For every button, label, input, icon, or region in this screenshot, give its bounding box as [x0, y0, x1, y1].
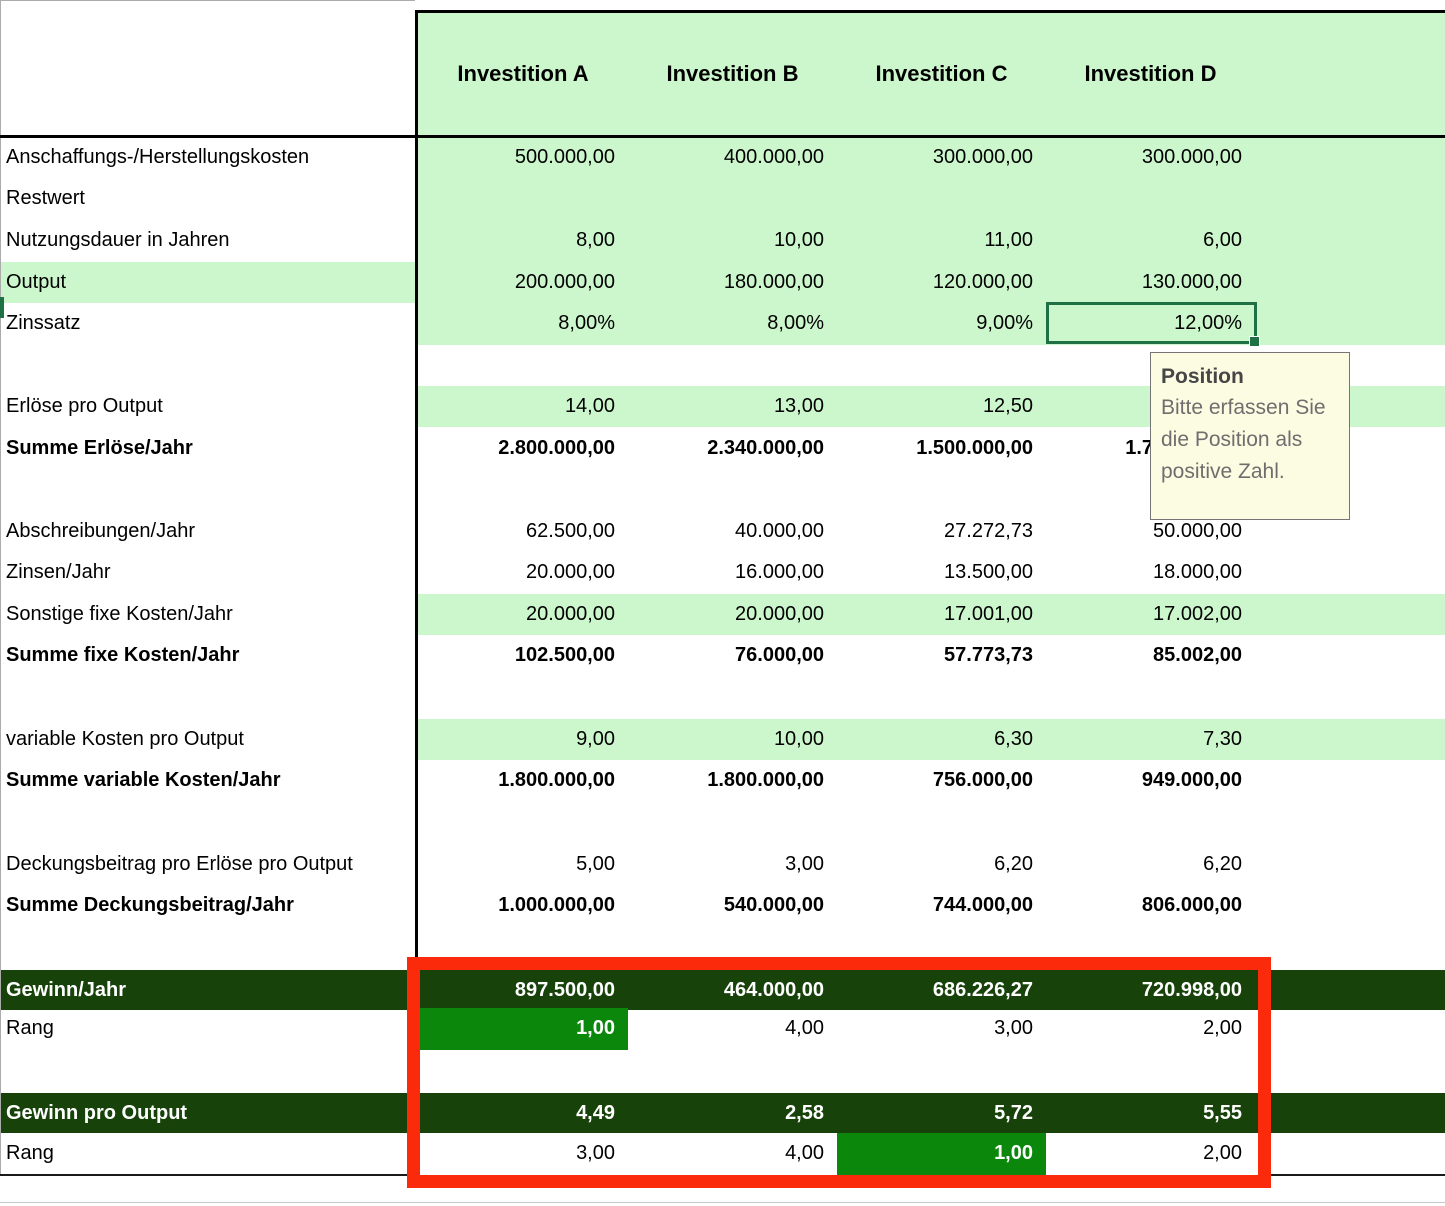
cell-value[interactable]: 17.002,00 [1046, 594, 1242, 635]
row-label[interactable]: Rang [6, 1008, 54, 1049]
cell-value[interactable]: 11,00 [837, 220, 1033, 261]
cell-value[interactable]: 3,00 [628, 844, 824, 885]
cell-value[interactable]: 1.500.000,00 [837, 428, 1033, 469]
row-label[interactable]: Summe variable Kosten/Jahr [6, 760, 281, 801]
cell-value[interactable]: 1.000.000,00 [418, 885, 615, 926]
cell-value[interactable]: 12,50 [837, 386, 1033, 427]
gridline-top-left [0, 0, 415, 1]
row-label[interactable]: Nutzungsdauer in Jahren [6, 220, 229, 261]
fill-handle[interactable] [1249, 336, 1260, 347]
cell-value[interactable]: 10,00 [628, 220, 824, 261]
header-divider [0, 135, 1445, 138]
row-label[interactable]: variable Kosten pro Output [6, 719, 244, 760]
row-label[interactable]: Abschreibungen/Jahr [6, 511, 195, 552]
cell-value[interactable]: 20.000,00 [418, 552, 615, 593]
cell-value[interactable]: 756.000,00 [837, 760, 1033, 801]
label-column-divider [415, 10, 418, 960]
cell-value[interactable]: 85.002,00 [1046, 635, 1242, 676]
tooltip-text-line: Bitte erfassen Sie [1161, 392, 1339, 424]
row-label[interactable]: Gewinn/Jahr [6, 970, 126, 1011]
cell-value[interactable]: 6,00 [1046, 220, 1242, 261]
column-header-b[interactable]: Investition B [628, 13, 837, 135]
cell-value[interactable]: 744.000,00 [837, 885, 1033, 926]
cell-value[interactable]: 18.000,00 [1046, 552, 1242, 593]
row-label[interactable]: Summe Deckungsbeitrag/Jahr [6, 885, 294, 926]
tooltip-text-line: die Position als [1161, 424, 1339, 456]
cell-value[interactable]: 9,00% [837, 303, 1033, 344]
cell-value[interactable]: 180.000,00 [628, 262, 824, 303]
cell-value[interactable]: 20.000,00 [628, 594, 824, 635]
cell-value[interactable]: 6,20 [1046, 844, 1242, 885]
cell-value[interactable]: 9,00 [418, 719, 615, 760]
cell-value[interactable]: 62.500,00 [418, 511, 615, 552]
cell-value[interactable]: 20.000,00 [418, 594, 615, 635]
cell-value[interactable]: 8,00 [418, 220, 615, 261]
cell-value[interactable]: 806.000,00 [1046, 885, 1242, 926]
row-label[interactable]: Restwert [6, 178, 85, 219]
cell-value[interactable]: 7,30 [1046, 719, 1242, 760]
row-label[interactable]: Zinsen/Jahr [6, 552, 111, 593]
tooltip-title: Position [1161, 362, 1339, 392]
bottom-border-right [1269, 1174, 1445, 1176]
cell-value[interactable]: 10,00 [628, 719, 824, 760]
cell-value[interactable]: 8,00% [418, 303, 615, 344]
row-label[interactable]: Anschaffungs-/Herstellungskosten [6, 137, 309, 178]
tooltip-text-line: positive Zahl. [1161, 456, 1339, 488]
cell-value[interactable]: 540.000,00 [628, 885, 824, 926]
cell-value[interactable]: 57.773,73 [837, 635, 1033, 676]
cell-value[interactable]: 14,00 [418, 386, 615, 427]
column-header-a[interactable]: Investition A [418, 13, 628, 135]
cell-value[interactable]: 400.000,00 [628, 137, 824, 178]
row-label[interactable]: Rang [6, 1133, 54, 1174]
spreadsheet-view: Investition AInvestition BInvestition CI… [0, 0, 1445, 1206]
bottom-border-left [0, 1174, 407, 1176]
result-red-outline [407, 957, 1271, 1188]
validation-tooltip: Position Bitte erfassen Sie die Position… [1150, 352, 1350, 520]
row-label[interactable]: Deckungsbeitrag pro Erlöse pro Output [6, 844, 353, 885]
row-label[interactable]: Sonstige fixe Kosten/Jahr [6, 594, 233, 635]
column-header-d[interactable]: Investition D [1046, 13, 1255, 135]
gridline-bottom [0, 1202, 1445, 1203]
cell-value[interactable]: 1.800.000,00 [628, 760, 824, 801]
cell-value[interactable]: 1.800.000,00 [418, 760, 615, 801]
cell-value[interactable]: 6,20 [837, 844, 1033, 885]
cell-value[interactable]: 949.000,00 [1046, 760, 1242, 801]
cell-value[interactable]: 300.000,00 [837, 137, 1033, 178]
row-label[interactable]: Summe Erlöse/Jahr [6, 428, 193, 469]
cell-value[interactable]: 102.500,00 [418, 635, 615, 676]
cell-value[interactable]: 500.000,00 [418, 137, 615, 178]
row-label[interactable]: Summe fixe Kosten/Jahr [6, 635, 239, 676]
cell-value[interactable]: 27.272,73 [837, 511, 1033, 552]
cell-value[interactable]: 2.340.000,00 [628, 428, 824, 469]
cell-value[interactable]: 40.000,00 [628, 511, 824, 552]
cell-value[interactable]: 130.000,00 [1046, 262, 1242, 303]
cell-value[interactable]: 8,00% [628, 303, 824, 344]
selected-cell-outline[interactable] [1046, 302, 1257, 344]
row-label[interactable]: Gewinn pro Output [6, 1093, 187, 1134]
cell-value[interactable]: 200.000,00 [418, 262, 615, 303]
cell-value[interactable]: 16.000,00 [628, 552, 824, 593]
row-label[interactable]: Erlöse pro Output [6, 386, 163, 427]
gridline-left-edge [0, 0, 1, 1174]
table-top-border [415, 10, 1445, 13]
cell-value[interactable]: 5,00 [418, 844, 615, 885]
row-label[interactable]: Output [6, 262, 66, 303]
cell-value[interactable]: 120.000,00 [837, 262, 1033, 303]
cell-value[interactable]: 2.800.000,00 [418, 428, 615, 469]
cell-value[interactable]: 6,30 [837, 719, 1033, 760]
column-header-c[interactable]: Investition C [837, 13, 1046, 135]
selected-row-header-mark [0, 297, 4, 318]
cell-value[interactable]: 13,00 [628, 386, 824, 427]
cell-value[interactable]: 13.500,00 [837, 552, 1033, 593]
cell-value[interactable]: 300.000,00 [1046, 137, 1242, 178]
cell-value[interactable]: 76.000,00 [628, 635, 824, 676]
cell-value[interactable]: 17.001,00 [837, 594, 1033, 635]
row-label[interactable]: Zinssatz [6, 303, 80, 344]
